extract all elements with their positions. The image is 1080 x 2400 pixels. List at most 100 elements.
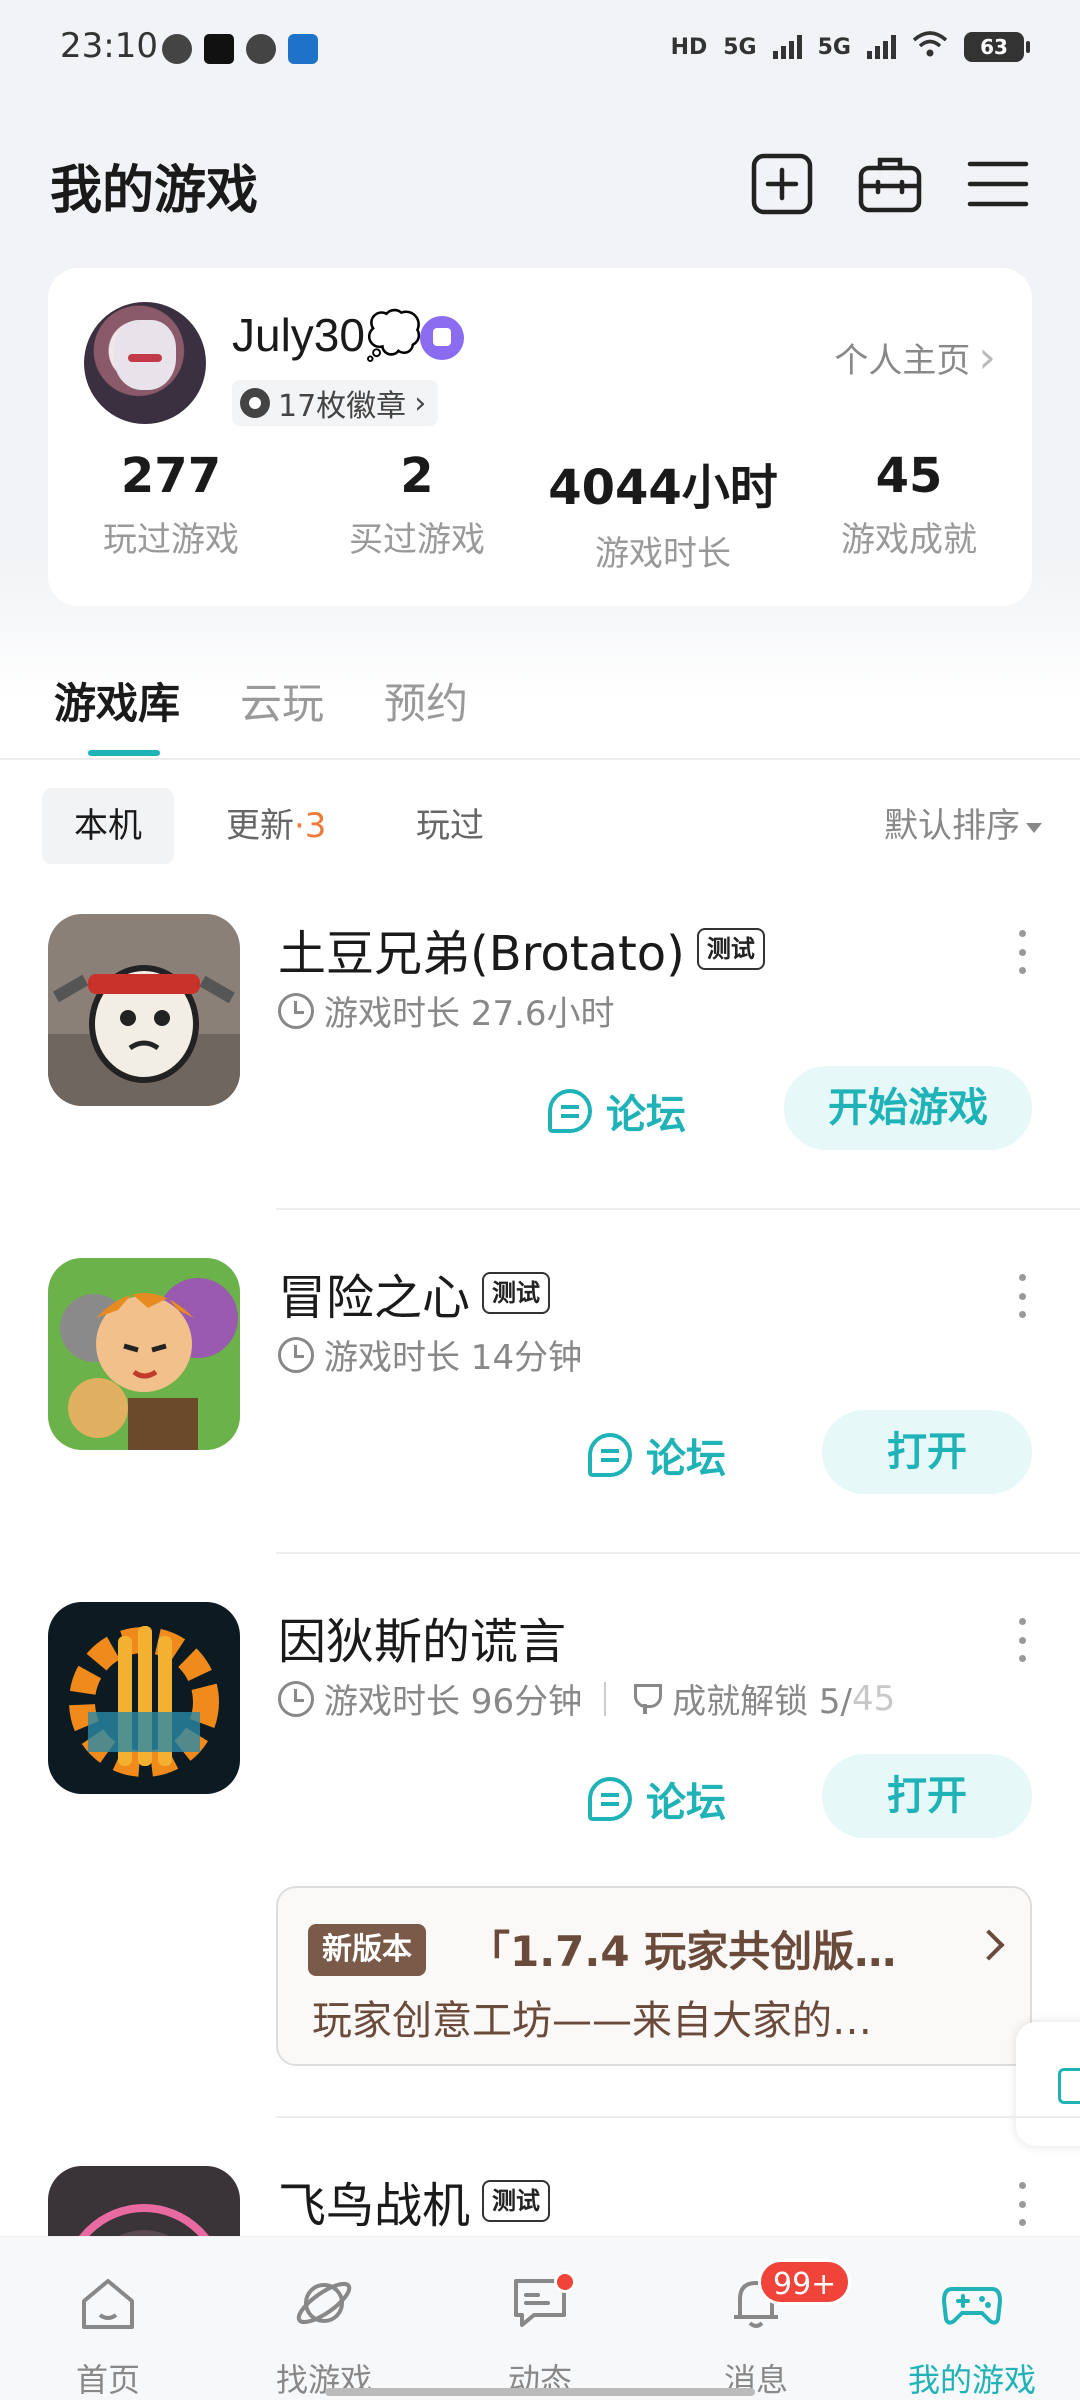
tab-reservations[interactable]: 预约 bbox=[384, 670, 468, 731]
sort-label: 默认排序 bbox=[884, 806, 1020, 846]
plus-square-icon bbox=[751, 153, 813, 215]
game-title: 冒险之心 bbox=[278, 1270, 471, 1326]
news-subtitle: 玩家创意工坊——来自大家的… bbox=[312, 1998, 872, 2044]
page-title: 我的游戏 bbox=[50, 161, 259, 221]
test-tag: 测试 bbox=[482, 2180, 551, 2222]
network-label-2: 5G bbox=[817, 34, 851, 60]
more-options-icon[interactable] bbox=[1010, 1274, 1034, 1318]
update-news-card[interactable]: 新版本 「1.7.4 玩家共创版… 玩家创意工坊——来自大家的… bbox=[276, 1886, 1032, 2066]
stat-played[interactable]: 277 玩过游戏 bbox=[48, 448, 294, 575]
nav-label: 首页 bbox=[75, 2361, 140, 2399]
stat-achievements[interactable]: 45 游戏成就 bbox=[786, 448, 1032, 575]
update-count: ·3 bbox=[294, 806, 327, 846]
stat-value: 45 bbox=[875, 448, 943, 504]
game-icon-indies-lies[interactable] bbox=[48, 1602, 240, 1794]
add-button[interactable] bbox=[748, 150, 816, 218]
sort-dropdown[interactable]: 默认排序 bbox=[884, 788, 1042, 864]
open-button[interactable]: 打开 bbox=[822, 1410, 1032, 1494]
username: July30💭 bbox=[232, 309, 423, 361]
app-notification-icon bbox=[288, 34, 318, 64]
filter-row: 本机 更新·3 玩过 默认排序 bbox=[42, 788, 1042, 864]
profile-card: July30💭 17枚徽章 › 个人主页 › 277 玩过游戏 2 买过游戏 4… bbox=[48, 268, 1032, 606]
signal-icon bbox=[772, 35, 802, 59]
forum-button[interactable]: 论坛 bbox=[548, 1082, 686, 1140]
achievement-total: 45 bbox=[851, 1678, 896, 1719]
vip-badge-icon bbox=[420, 316, 464, 360]
nav-find-games[interactable]: 找游戏 bbox=[216, 2237, 432, 2400]
more-options-icon[interactable] bbox=[1010, 2182, 1034, 2226]
floating-download-tab[interactable] bbox=[1016, 2022, 1080, 2146]
divider bbox=[0, 758, 1080, 760]
forum-label: 论坛 bbox=[606, 1092, 686, 1138]
battery-icon: 63 bbox=[964, 32, 1030, 62]
badges-count: 17枚徽章 bbox=[278, 389, 407, 424]
game-icon-egg-plane[interactable] bbox=[48, 2166, 240, 2236]
stat-purchased[interactable]: 2 买过游戏 bbox=[294, 448, 540, 575]
game-item[interactable]: 飞鸟战机 测试 bbox=[0, 2166, 1080, 2236]
planet-icon bbox=[292, 2271, 356, 2335]
homepage-link-label: 个人主页 bbox=[834, 341, 971, 381]
game-name: 冒险之心 测试 bbox=[278, 1258, 551, 1328]
separator bbox=[604, 1681, 607, 1716]
homepage-link[interactable]: 个人主页 › bbox=[834, 332, 996, 383]
signal-icon bbox=[867, 35, 896, 59]
more-options-icon[interactable] bbox=[1010, 1618, 1034, 1662]
clock-icon bbox=[278, 1336, 314, 1373]
medal-icon bbox=[240, 388, 270, 418]
game-meta: 游戏时长 27.6小时 bbox=[278, 986, 615, 1035]
nav-home[interactable]: 首页 bbox=[0, 2237, 216, 2400]
open-button[interactable]: 打开 bbox=[822, 1754, 1032, 1838]
divider bbox=[276, 2116, 1080, 2118]
test-tag: 测试 bbox=[696, 928, 765, 970]
nav-messages[interactable]: 99+ 消息 bbox=[648, 2237, 864, 2400]
stat-label: 游戏成就 bbox=[841, 520, 977, 560]
forum-button[interactable]: 论坛 bbox=[588, 1426, 726, 1484]
playtime: 游戏时长 14分钟 bbox=[324, 1338, 583, 1378]
tab-cloud-play[interactable]: 云玩 bbox=[240, 670, 324, 731]
message-count-badge: 99+ bbox=[758, 2259, 852, 2305]
game-meta: 游戏时长 14分钟 bbox=[278, 1330, 582, 1379]
hd-icon: HD bbox=[670, 34, 708, 60]
notification-dot bbox=[554, 2271, 576, 2293]
new-version-badge: 新版本 bbox=[308, 1924, 426, 1976]
toolbox-icon bbox=[858, 157, 922, 213]
home-icon bbox=[76, 2271, 140, 2335]
forum-icon bbox=[588, 1777, 632, 1821]
game-title: 土豆兄弟(Brotato) bbox=[278, 926, 685, 982]
filter-local[interactable]: 本机 bbox=[42, 788, 174, 864]
avatar[interactable] bbox=[84, 302, 206, 424]
stat-value: 2 bbox=[400, 448, 434, 504]
game-name: 飞鸟战机 测试 bbox=[278, 2166, 551, 2236]
toolbox-button[interactable] bbox=[856, 150, 924, 218]
stat-label: 买过游戏 bbox=[349, 520, 485, 560]
filter-update[interactable]: 更新·3 bbox=[226, 788, 326, 864]
forum-label: 论坛 bbox=[646, 1436, 726, 1482]
filter-update-label: 更新 bbox=[226, 806, 294, 846]
chevron-right-icon bbox=[973, 1929, 1005, 1961]
badges-link[interactable]: 17枚徽章 › bbox=[232, 380, 439, 426]
stats-row: 277 玩过游戏 2 买过游戏 4044小时 游戏时长 45 游戏成就 bbox=[48, 448, 1032, 575]
start-game-button[interactable]: 开始游戏 bbox=[784, 1066, 1032, 1150]
gamepad-icon bbox=[940, 2271, 1004, 2335]
library-tabs: 游戏库 云玩 预约 bbox=[54, 670, 468, 756]
stat-value: 277 bbox=[120, 448, 222, 504]
forum-label: 论坛 bbox=[646, 1780, 726, 1826]
filter-played[interactable]: 玩过 bbox=[416, 788, 484, 864]
nav-activity[interactable]: 动态 bbox=[432, 2237, 648, 2400]
playtime: 游戏时长 96分钟 bbox=[324, 1682, 583, 1722]
stat-playtime[interactable]: 4044小时 游戏时长 bbox=[540, 448, 786, 575]
nav-label: 我的游戏 bbox=[907, 2361, 1036, 2399]
forum-button[interactable]: 论坛 bbox=[588, 1770, 726, 1828]
tiktok-icon bbox=[204, 34, 234, 64]
forum-icon bbox=[588, 1433, 632, 1477]
divider bbox=[276, 1552, 1080, 1554]
more-options-icon[interactable] bbox=[1010, 930, 1034, 974]
nav-my-games[interactable]: 我的游戏 bbox=[864, 2237, 1080, 2400]
tab-library[interactable]: 游戏库 bbox=[54, 670, 180, 756]
divider bbox=[276, 1208, 1080, 1210]
bottom-navigation: 首页 找游戏 动态 99+ 消息 我的游戏 bbox=[0, 2236, 1080, 2400]
game-icon-adventure-heart[interactable] bbox=[48, 1258, 240, 1450]
clock-icon bbox=[278, 992, 314, 1029]
game-icon-brotato[interactable] bbox=[48, 914, 240, 1106]
menu-button[interactable] bbox=[964, 150, 1032, 218]
